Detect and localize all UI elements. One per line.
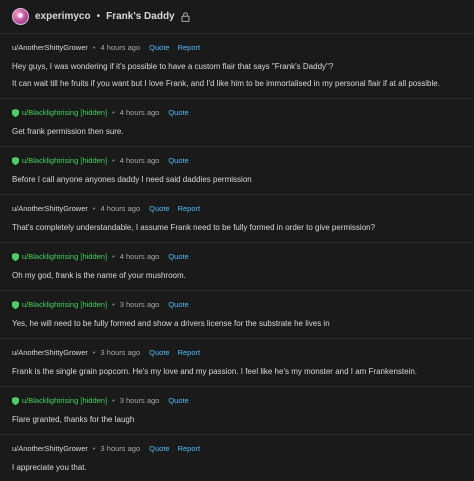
meta-separator: • xyxy=(112,252,115,261)
author-link[interactable]: u/Blacklightrising xyxy=(22,300,78,309)
meta-separator: • xyxy=(92,43,96,52)
message-text: I appreciate you that. xyxy=(12,463,87,472)
report-link[interactable]: Report xyxy=(178,43,201,52)
message-text: Frank is the single grain popcorn. He's … xyxy=(12,367,418,376)
message-meta: u/Blacklightrising [hidden] • 4 hours ago Q… xyxy=(12,251,462,262)
quote-link[interactable]: Quote xyxy=(149,43,169,52)
message-body: I appreciate you that.Haha any time xyxy=(12,462,462,481)
message-text: That's completely understandable, I assu… xyxy=(12,223,376,232)
message-meta: u/AnotherShittyGrower • 3 hours ago Quote Re… xyxy=(12,443,462,454)
message-meta: u/Blacklightrising [hidden] • 4 hours ago Q… xyxy=(12,107,462,118)
author-link[interactable]: u/Blacklightrising xyxy=(22,252,78,261)
message-meta: u/Blacklightrising [hidden] • 3 hours ago Q… xyxy=(12,299,462,310)
author-role-tag: [hidden] xyxy=(80,300,108,309)
quote-link[interactable]: Quote xyxy=(168,252,188,261)
modmail-thread: experimyco • Frank's Daddy u/AnotherShit… xyxy=(0,0,474,481)
message-body: Oh my god, frank is the name of your mus… xyxy=(12,270,462,282)
quote-link[interactable]: Quote xyxy=(168,300,188,309)
author-link[interactable]: u/AnotherShittyGrower xyxy=(12,43,88,52)
mod-shield-icon xyxy=(12,252,19,261)
message-text: Before I call anyone anyones daddy I nee… xyxy=(12,175,252,184)
lock-icon xyxy=(181,11,190,22)
author-role-tag: [hidden] xyxy=(80,156,108,165)
thread-header: experimyco • Frank's Daddy xyxy=(0,0,474,34)
message-item: u/AnotherShittyGrower • 4 hours ago Quote Re… xyxy=(0,195,474,243)
meta-separator: • xyxy=(92,348,96,357)
quote-link[interactable]: Quote xyxy=(149,348,169,357)
author-link[interactable]: u/AnotherShittyGrower xyxy=(12,444,88,453)
report-link[interactable]: Report xyxy=(178,348,201,357)
message-item: u/Blacklightrising [hidden] • 4 hours ago Q… xyxy=(0,147,474,195)
message-body: Before I call anyone anyones daddy I nee… xyxy=(12,174,462,186)
message-item: u/Blacklightrising [hidden] • 4 hours ago Q… xyxy=(0,99,474,147)
message-text: Hey guys, I was wondering if it's possib… xyxy=(12,62,334,71)
message-timestamp: 3 hours ago xyxy=(119,300,160,309)
meta-separator: • xyxy=(112,300,115,309)
message-meta: u/AnotherShittyGrower • 4 hours ago Quote Re… xyxy=(12,42,462,53)
quote-link[interactable]: Quote xyxy=(168,108,188,117)
message-timestamp: 4 hours ago xyxy=(119,252,160,261)
quote-link[interactable]: Quote xyxy=(168,156,188,165)
mod-shield-icon xyxy=(12,156,19,165)
quote-link[interactable]: Quote xyxy=(168,396,188,405)
community-name[interactable]: experimyco xyxy=(35,11,91,22)
message-text: Oh my god, frank is the name of your mus… xyxy=(12,271,186,280)
header-separator: • xyxy=(96,11,101,22)
community-avatar[interactable] xyxy=(12,8,29,25)
message-item: u/Blacklightrising [hidden] • 3 hours ago Q… xyxy=(0,387,474,435)
message-timestamp: 4 hours ago xyxy=(119,156,160,165)
message-timestamp: 3 hours ago xyxy=(100,348,141,357)
message-meta: u/AnotherShittyGrower • 3 hours ago Quote Re… xyxy=(12,347,462,358)
report-link[interactable]: Report xyxy=(178,444,201,453)
meta-separator: • xyxy=(112,108,115,117)
message-body: Frank is the single grain popcorn. He's … xyxy=(12,366,462,378)
message-timestamp: 4 hours ago xyxy=(119,108,160,117)
message-timestamp: 3 hours ago xyxy=(100,444,141,453)
mod-shield-icon xyxy=(12,108,19,117)
mod-shield-icon xyxy=(12,300,19,309)
message-timestamp: 3 hours ago xyxy=(119,396,160,405)
message-meta: u/Blacklightrising [hidden] • 3 hours ago Q… xyxy=(12,395,462,406)
author-link[interactable]: u/Blacklightrising xyxy=(22,156,78,165)
report-link[interactable]: Report xyxy=(178,204,201,213)
meta-separator: • xyxy=(112,156,115,165)
message-text: Get frank permission then sure. xyxy=(12,127,124,136)
author-role-tag: [hidden] xyxy=(80,252,108,261)
meta-separator: • xyxy=(92,444,96,453)
message-text: It can wait till he fruits if you want b… xyxy=(12,79,440,88)
meta-separator: • xyxy=(92,204,96,213)
author-link[interactable]: u/AnotherShittyGrower xyxy=(12,204,88,213)
message-timestamp: 4 hours ago xyxy=(100,43,141,52)
quote-link[interactable]: Quote xyxy=(149,444,169,453)
thread-title: Frank's Daddy xyxy=(106,11,175,22)
author-link[interactable]: u/AnotherShittyGrower xyxy=(12,348,88,357)
meta-separator: • xyxy=(112,396,115,405)
message-item: u/Blacklightrising [hidden] • 4 hours ago Q… xyxy=(0,243,474,291)
message-item: u/AnotherShittyGrower • 4 hours ago Quote Re… xyxy=(0,34,474,99)
message-item: u/Blacklightrising [hidden] • 3 hours ago Q… xyxy=(0,291,474,339)
message-meta: u/AnotherShittyGrower • 4 hours ago Quote Re… xyxy=(12,203,462,214)
message-body: Hey guys, I was wondering if it's possib… xyxy=(12,61,462,90)
mod-shield-icon xyxy=(12,396,19,405)
message-meta: u/Blacklightrising [hidden] • 4 hours ago Q… xyxy=(12,155,462,166)
author-role-tag: [hidden] xyxy=(80,396,108,405)
author-link[interactable]: u/Blacklightrising xyxy=(22,108,78,117)
message-body: That's completely understandable, I assu… xyxy=(12,222,462,234)
message-list: u/AnotherShittyGrower • 4 hours ago Quote Re… xyxy=(0,34,474,481)
message-timestamp: 4 hours ago xyxy=(100,204,141,213)
message-item: u/AnotherShittyGrower • 3 hours ago Quote Re… xyxy=(0,339,474,387)
message-body: Yes, he will need to be fully formed and… xyxy=(12,318,462,330)
message-text: Yes, he will need to be fully formed and… xyxy=(12,319,330,328)
quote-link[interactable]: Quote xyxy=(149,204,169,213)
message-body: Get frank permission then sure. xyxy=(12,126,462,138)
author-link[interactable]: u/Blacklightrising xyxy=(22,396,78,405)
message-item: u/AnotherShittyGrower • 3 hours ago Quote Re… xyxy=(0,435,474,481)
message-body: Flare granted, thanks for the laugh xyxy=(12,414,462,426)
message-text: Flare granted, thanks for the laugh xyxy=(12,415,135,424)
author-role-tag: [hidden] xyxy=(80,108,108,117)
